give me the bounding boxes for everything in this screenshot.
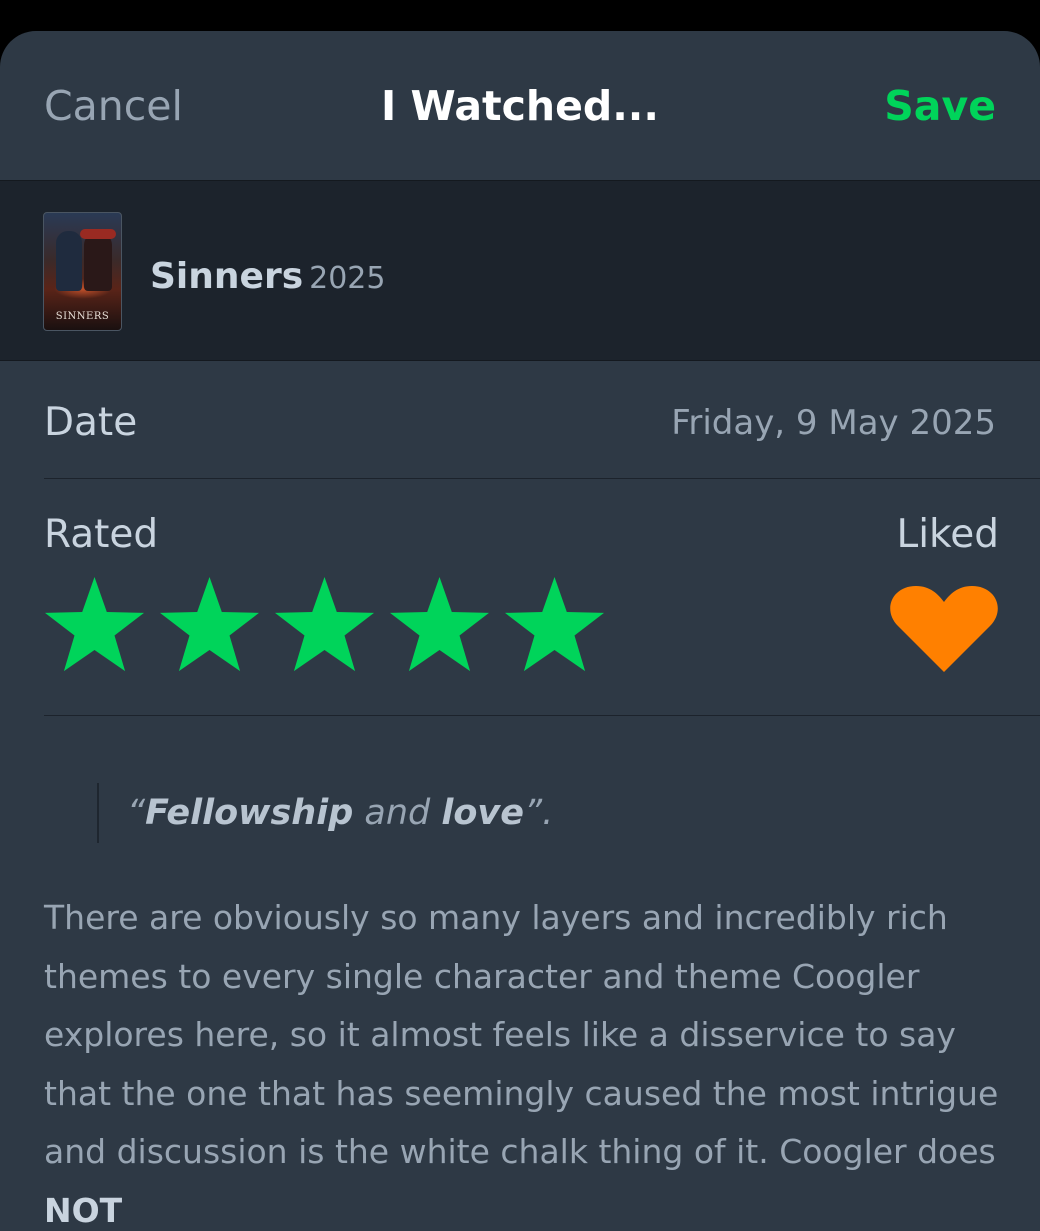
save-button[interactable]: Save	[884, 81, 996, 131]
divider	[44, 715, 1040, 716]
film-title-line: Sinners 2025	[150, 255, 385, 301]
quote-word-love: love	[441, 793, 524, 833]
film-title: Sinners	[150, 256, 304, 297]
sheet-header: Cancel I Watched... Save	[0, 31, 1040, 180]
quote-open: “	[127, 793, 146, 833]
review-body: There are obviously so many layers and i…	[44, 898, 999, 1171]
review-quote: “Fellowship and love”.	[97, 783, 553, 843]
star-icon[interactable]	[272, 577, 377, 673]
film-poster: SINNERS	[43, 212, 122, 331]
star-icon[interactable]	[157, 577, 262, 673]
quote-word-fellowship: Fellowship	[145, 793, 354, 833]
date-value[interactable]: Friday, 9 May 2025	[671, 399, 996, 447]
divider	[44, 478, 1040, 479]
heart-icon[interactable]	[888, 586, 1000, 672]
poster-title: SINNERS	[55, 311, 110, 322]
review-text[interactable]: There are obviously so many layers and i…	[44, 889, 1004, 1231]
poster-figure-left	[56, 231, 82, 291]
date-label: Date	[44, 400, 138, 445]
star-icon[interactable]	[387, 577, 492, 673]
rated-label: Rated	[44, 512, 159, 557]
poster-figure-right	[84, 233, 112, 291]
date-row[interactable]: Date Friday, 9 May 2025	[0, 361, 1040, 479]
star-icon[interactable]	[42, 577, 147, 673]
film-year: 2025	[309, 261, 386, 296]
star-icon[interactable]	[502, 577, 607, 673]
quote-close: ”.	[523, 793, 554, 833]
quote-mid: and	[353, 793, 442, 833]
star-rating[interactable]	[42, 577, 607, 673]
liked-label: Liked	[896, 512, 999, 557]
film-row[interactable]: SINNERS Sinners 2025	[0, 180, 1040, 361]
log-entry-sheet: Cancel I Watched... Save SINNERS Sinners…	[0, 31, 1040, 1231]
review-body-bold: NOT	[44, 1190, 123, 1230]
poster-hat	[80, 229, 116, 239]
